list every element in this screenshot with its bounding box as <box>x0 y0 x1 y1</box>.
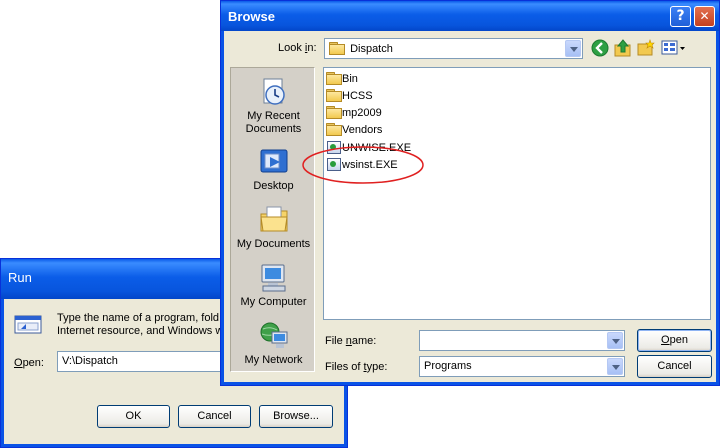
file-name-combo[interactable] <box>419 330 625 351</box>
run-program-icon <box>13 313 43 335</box>
new-folder-icon[interactable] <box>637 39 655 57</box>
highlight-ellipse <box>302 146 424 184</box>
place-my-documents[interactable]: My Documents <box>231 204 316 251</box>
folder-icon <box>329 42 345 55</box>
run-ok-button[interactable]: OK <box>97 405 170 428</box>
list-item-folder[interactable]: mp2009 <box>326 106 382 122</box>
files-of-type-combo[interactable]: Programs <box>419 356 625 377</box>
run-description-line1: Type the name of a program, fold <box>57 312 220 324</box>
file-name: Bin <box>342 73 358 85</box>
run-cancel-button[interactable]: Cancel <box>178 405 251 428</box>
place-my-recent-documents[interactable]: My Recent Documents <box>231 76 316 136</box>
run-open-label: Open: <box>14 357 44 369</box>
views-menu-icon[interactable] <box>661 39 687 57</box>
place-label-recent-2: Documents <box>245 123 302 135</box>
browse-dialog: Browse ? ✕ Look in: Dispatch My Recent D… <box>220 0 720 386</box>
place-label-my-documents: My Documents <box>236 238 311 250</box>
file-name: HCSS <box>342 90 373 102</box>
cancel-button[interactable]: Cancel <box>637 355 712 378</box>
list-item-folder[interactable]: Vendors <box>326 123 382 139</box>
my-documents-icon <box>258 204 290 236</box>
chevron-down-icon[interactable] <box>565 40 581 57</box>
files-of-type-value: Programs <box>424 360 472 372</box>
list-item-folder[interactable]: Bin <box>326 72 358 88</box>
my-network-icon <box>258 320 290 352</box>
place-my-network[interactable]: My Network <box>231 320 316 367</box>
folder-icon <box>326 106 342 119</box>
places-bar: My Recent Documents Desktop My Documents… <box>230 67 315 372</box>
run-description-line2: Internet resource, and Windows w <box>57 325 224 337</box>
look-in-value: Dispatch <box>350 43 393 55</box>
place-label-recent-1: My Recent <box>247 110 300 122</box>
look-in-combo[interactable]: Dispatch <box>324 38 583 59</box>
place-label-my-computer: My Computer <box>240 296 307 308</box>
file-name: Vendors <box>342 124 383 136</box>
look-in-label: Look in: <box>278 42 317 54</box>
run-open-input[interactable]: V:\Dispatch <box>57 351 227 372</box>
files-of-type-label: Files of type: <box>325 361 388 373</box>
place-label-my-network: My Network <box>244 354 303 366</box>
browse-titlebar[interactable]: Browse <box>221 1 719 31</box>
run-title: Run <box>8 270 32 285</box>
help-button[interactable]: ? <box>670 6 691 27</box>
my-computer-icon <box>258 262 290 294</box>
file-list[interactable]: Bin HCSS mp2009 Vendors UNWISE.EXE wsins… <box>302 67 711 320</box>
up-folder-icon[interactable] <box>614 38 632 58</box>
run-browse-button[interactable]: Browse... <box>259 405 333 428</box>
folder-icon <box>326 123 342 136</box>
browse-title: Browse <box>228 9 275 24</box>
file-name-label: File name: <box>325 335 377 347</box>
run-open-value: V:\Dispatch <box>62 355 118 367</box>
open-button[interactable]: Open <box>637 329 712 352</box>
folder-icon <box>326 89 342 102</box>
folder-icon <box>326 72 342 85</box>
chevron-down-icon[interactable] <box>607 358 623 375</box>
chevron-down-icon[interactable] <box>607 332 623 349</box>
list-item-folder[interactable]: HCSS <box>326 89 373 105</box>
recent-documents-icon <box>258 76 290 108</box>
desktop-icon <box>258 146 290 178</box>
place-label-desktop: Desktop <box>253 180 294 192</box>
place-my-computer[interactable]: My Computer <box>231 262 316 309</box>
close-button[interactable]: ✕ <box>694 6 715 27</box>
file-name: mp2009 <box>342 107 382 119</box>
back-icon[interactable] <box>591 39 609 57</box>
